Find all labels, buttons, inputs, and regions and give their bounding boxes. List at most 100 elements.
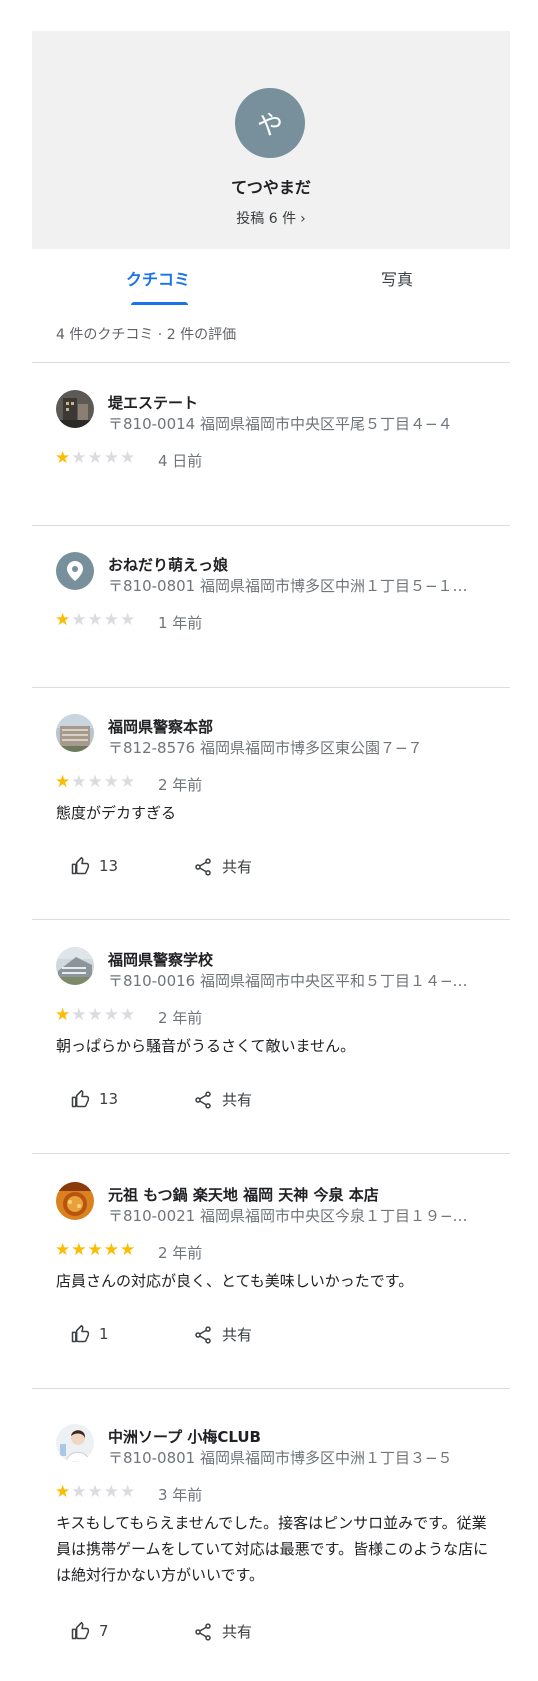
share-label: 共有 — [222, 1326, 253, 1344]
tab-photos[interactable]: 写真 — [381, 266, 413, 290]
star-icon: ★ — [71, 772, 88, 792]
review-date: 1 年前 — [158, 614, 203, 632]
star-icon: ★ — [103, 448, 120, 468]
place-thumbnail[interactable] — [56, 552, 94, 590]
divider — [32, 687, 510, 688]
thumbs-up-icon — [71, 1089, 90, 1108]
share-icon — [195, 1090, 211, 1109]
place-name[interactable]: 元祖 もつ鍋 楽天地 福岡 天神 今泉 本店 — [108, 1184, 379, 1205]
place-address: 〒810-0016 福岡県福岡市中央区平和５丁目１４−… — [108, 972, 468, 990]
star-icon: ★ — [87, 448, 104, 468]
star-rating: ★★★★★ — [55, 610, 136, 630]
star-icon: ★ — [71, 1482, 88, 1502]
place-thumbnail[interactable] — [56, 714, 94, 752]
like-button[interactable]: 13 — [70, 1089, 118, 1109]
star-icon: ★ — [103, 1240, 120, 1260]
like-button[interactable]: 13 — [70, 856, 118, 876]
review-actions: 13 共有 — [0, 1089, 538, 1119]
review-date: 2 年前 — [158, 1009, 203, 1027]
divider — [32, 1153, 510, 1154]
star-icon: ★ — [55, 610, 72, 630]
share-label: 共有 — [222, 1091, 253, 1109]
star-icon: ★ — [87, 1240, 104, 1260]
star-icon: ★ — [71, 1240, 88, 1260]
star-rating: ★★★★★ — [55, 1005, 136, 1025]
star-icon: ★ — [87, 1482, 104, 1502]
star-icon: ★ — [120, 772, 137, 792]
like-count: 13 — [99, 1090, 119, 1108]
posts-count-link[interactable]: 投稿 6 件 › — [32, 208, 510, 228]
share-button[interactable]: 共有 — [193, 1621, 252, 1642]
share-button[interactable]: 共有 — [193, 1089, 252, 1110]
share-button[interactable]: 共有 — [193, 1324, 252, 1345]
review-date: 4 日前 — [158, 452, 203, 470]
divider — [32, 919, 510, 920]
like-button[interactable]: 7 — [70, 1621, 109, 1641]
place-thumbnail[interactable] — [56, 1424, 94, 1462]
share-icon — [195, 1325, 211, 1344]
place-name[interactable]: 中洲ソープ 小梅CLUB — [108, 1426, 261, 1447]
star-icon: ★ — [71, 1005, 88, 1025]
review-date: 3 年前 — [158, 1486, 203, 1504]
star-icon: ★ — [55, 1240, 72, 1260]
star-icon: ★ — [120, 1240, 137, 1260]
star-icon: ★ — [120, 1482, 137, 1502]
review-actions: 7 共有 — [0, 1621, 538, 1651]
like-button[interactable]: 1 — [70, 1324, 109, 1344]
place-name[interactable]: おねだり萌えっ娘 — [108, 554, 228, 575]
place-name[interactable]: 福岡県警察学校 — [108, 949, 213, 970]
thumbs-up-icon — [71, 1621, 90, 1640]
posts-count-label: 投稿 6 件 — [236, 211, 297, 227]
like-count: 13 — [99, 857, 119, 875]
star-icon: ★ — [103, 1482, 120, 1502]
place-address: 〒810-0801 福岡県福岡市博多区中洲１丁目３−５ — [108, 1449, 453, 1467]
avatar[interactable]: や — [235, 88, 305, 158]
profile-name: てつやまだ — [231, 178, 311, 197]
share-label: 共有 — [222, 1623, 253, 1641]
review-date: 2 年前 — [158, 1244, 203, 1262]
review-date: 2 年前 — [158, 776, 203, 794]
chevron-right-icon: › — [300, 211, 306, 227]
place-thumbnail[interactable] — [56, 947, 94, 985]
review-actions: 13 共有 — [0, 856, 538, 886]
star-icon: ★ — [87, 610, 104, 630]
profile-page: や てつやまだ 投稿 6 件 › クチコミ 写真 4 件のクチコミ · 2 件の評… — [0, 0, 538, 1681]
star-icon: ★ — [71, 610, 88, 630]
place-address: 〒810-0014 福岡県福岡市中央区平尾５丁目４−４ — [108, 415, 453, 433]
place-address: 〒810-0021 福岡県福岡市中央区今泉１丁目１９−… — [108, 1207, 468, 1225]
star-rating: ★★★★★ — [55, 1240, 136, 1260]
star-icon: ★ — [55, 448, 72, 468]
share-label: 共有 — [222, 858, 253, 876]
star-icon: ★ — [120, 610, 137, 630]
like-count: 7 — [99, 1622, 109, 1640]
star-icon: ★ — [103, 610, 120, 630]
divider — [32, 525, 510, 526]
star-rating: ★★★★★ — [55, 1482, 136, 1502]
place-thumbnail[interactable] — [56, 1182, 94, 1220]
place-name[interactable]: 堤エステート — [108, 392, 198, 413]
review-text: キスもしてもらえませんでした。接客はピンサロ並みです。従業員は携帯ゲームをしてい… — [56, 1514, 489, 1584]
share-button[interactable]: 共有 — [193, 856, 252, 877]
review-text: 態度がデカすぎる — [56, 804, 177, 822]
star-icon: ★ — [120, 448, 137, 468]
place-thumbnail[interactable] — [56, 390, 94, 428]
review-text: 朝っぱらから騒音がうるさくて敵いません。 — [56, 1037, 356, 1055]
divider — [32, 362, 510, 363]
tab-reviews[interactable]: クチコミ — [126, 266, 190, 290]
review-actions: 1 共有 — [0, 1324, 538, 1354]
thumbs-up-icon — [71, 856, 90, 875]
place-name[interactable]: 福岡県警察本部 — [108, 716, 213, 737]
share-icon — [195, 857, 211, 876]
star-icon: ★ — [55, 1482, 72, 1502]
thumbs-up-icon — [71, 1324, 90, 1343]
star-rating: ★★★★★ — [55, 448, 136, 468]
star-icon: ★ — [55, 1005, 72, 1025]
star-icon: ★ — [55, 772, 72, 792]
review-summary: 4 件のクチコミ · 2 件の評価 — [56, 327, 237, 343]
active-tab-indicator — [131, 302, 188, 305]
profile-header: や てつやまだ 投稿 6 件 › — [32, 31, 510, 249]
location-pin-icon — [67, 561, 83, 581]
star-icon: ★ — [103, 772, 120, 792]
star-icon: ★ — [120, 1005, 137, 1025]
review-text: 店員さんの対応が良く、とても美味しいかったです。 — [56, 1272, 414, 1290]
